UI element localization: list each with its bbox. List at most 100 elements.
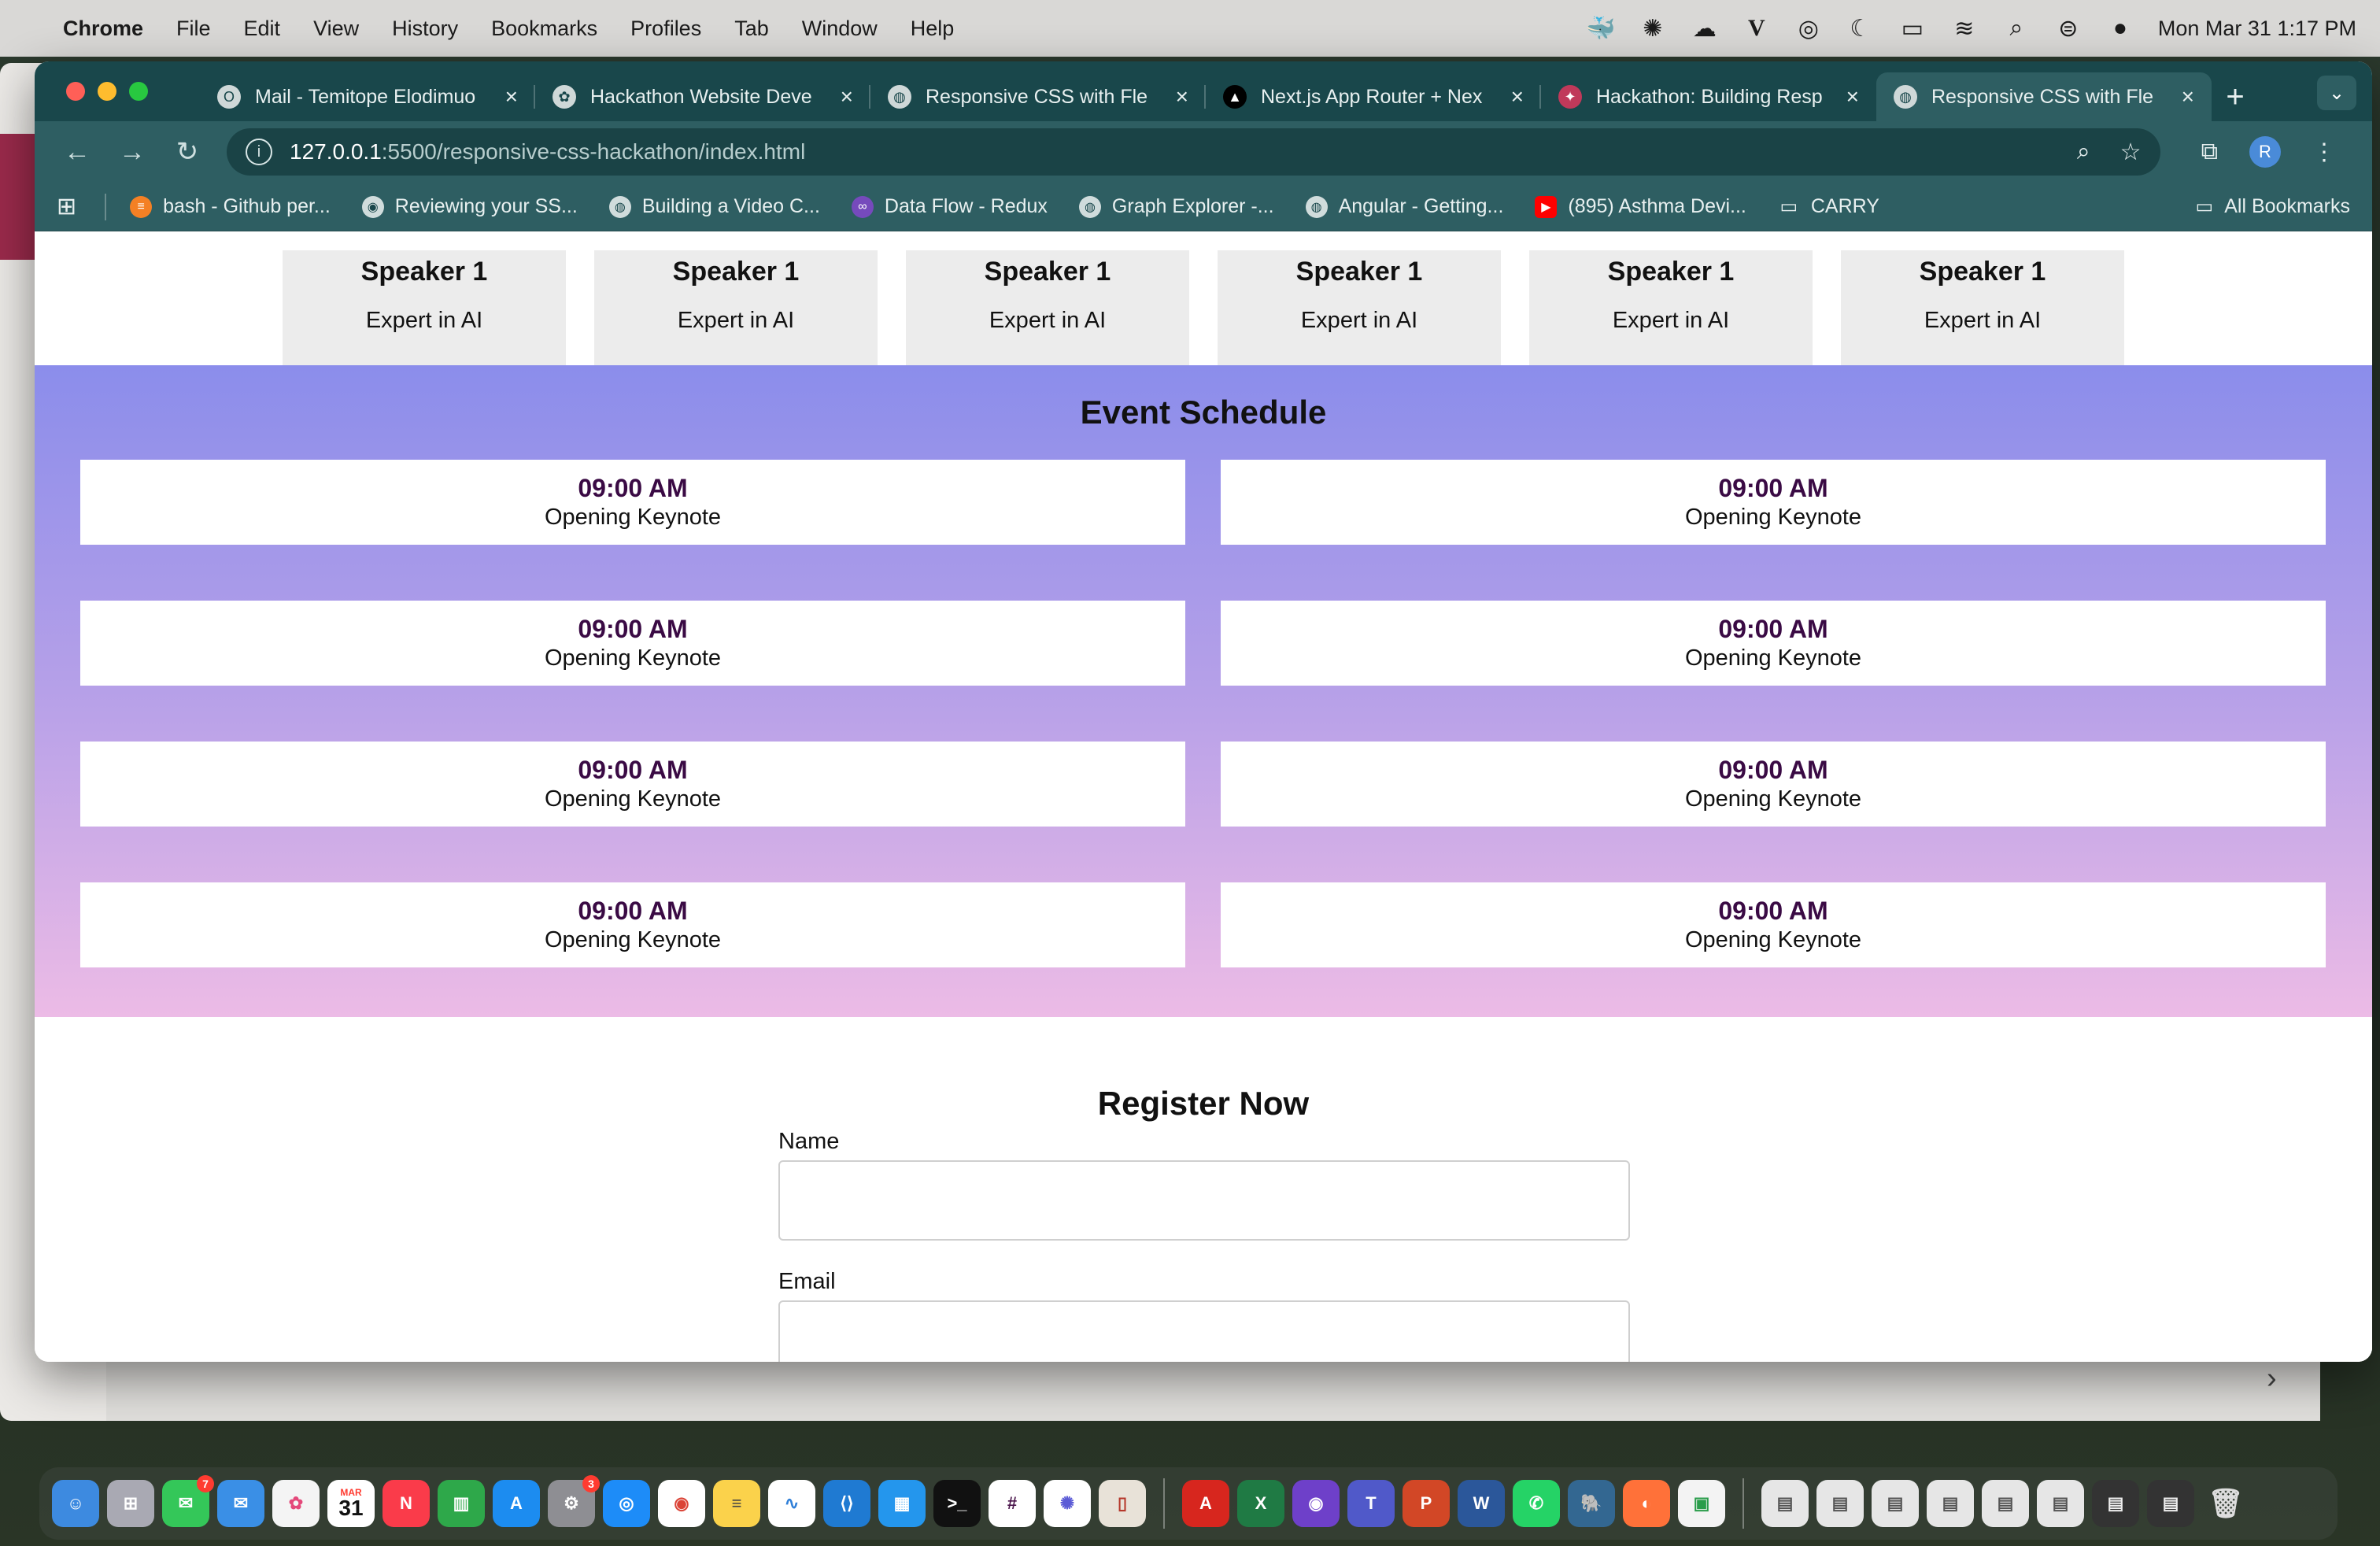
preview-icon[interactable]: ▯: [1099, 1480, 1146, 1527]
trash-icon[interactable]: 🗑: [2202, 1480, 2249, 1527]
menu-history[interactable]: History: [392, 17, 458, 41]
minimized-window-icon[interactable]: ▤: [1927, 1480, 1974, 1527]
close-window-button[interactable]: [66, 82, 85, 101]
installer-icon[interactable]: ▣: [1678, 1480, 1725, 1527]
perplexity-icon[interactable]: ✺: [1044, 1480, 1091, 1527]
airdrop-icon[interactable]: ◎: [1794, 14, 1823, 43]
tab-mail[interactable]: O Mail - Temitope Elodimuo ×: [200, 72, 535, 121]
tab-search-chevron-icon[interactable]: ⌄: [2317, 76, 2356, 110]
photos-icon[interactable]: ✿: [272, 1480, 320, 1527]
apps-grid-icon[interactable]: ⊞: [57, 193, 76, 220]
close-tab-icon[interactable]: ×: [505, 84, 518, 109]
all-bookmarks[interactable]: ▭ All Bookmarks: [2196, 195, 2350, 218]
notes-icon[interactable]: ≡: [713, 1480, 760, 1527]
slack-icon[interactable]: #: [989, 1480, 1036, 1527]
vectorize-icon[interactable]: V: [1743, 14, 1771, 43]
extensions-icon[interactable]: ⧉: [2201, 139, 2218, 165]
minimized-window-icon[interactable]: ▤: [1872, 1480, 1919, 1527]
chevron-right-icon[interactable]: ›: [2267, 1362, 2277, 1396]
launchpad-icon[interactable]: ⊞: [107, 1480, 154, 1527]
zoom-icon[interactable]: ⌕: [2077, 139, 2090, 166]
menu-bookmarks[interactable]: Bookmarks: [491, 17, 597, 41]
creative-cloud-icon[interactable]: ☁: [1691, 14, 1719, 43]
site-info-icon[interactable]: i: [246, 139, 272, 165]
bookmark-item[interactable]: ∞ Data Flow - Redux: [851, 195, 1048, 218]
bookmark-item[interactable]: ▶ (895) Asthma Devi...: [1535, 195, 1746, 218]
more-menu-icon[interactable]: ⋮: [2312, 139, 2336, 166]
close-tab-icon[interactable]: ×: [1176, 84, 1188, 109]
calendar-icon[interactable]: MAR 31: [327, 1480, 375, 1527]
minimized-window-icon[interactable]: ▤: [1982, 1480, 2029, 1527]
menu-profiles[interactable]: Profiles: [630, 17, 701, 41]
minimized-window-icon[interactable]: ▤: [1816, 1480, 1864, 1527]
teams-icon[interactable]: T: [1347, 1480, 1395, 1527]
close-tab-icon[interactable]: ×: [2182, 84, 2194, 109]
bookmark-folder[interactable]: ▭ CARRY: [1778, 195, 1879, 218]
powerpoint-icon[interactable]: P: [1402, 1480, 1450, 1527]
menu-app-name[interactable]: Chrome: [63, 17, 143, 41]
focus-moon-icon[interactable]: ☾: [1846, 14, 1875, 43]
vscode-icon[interactable]: ⟨⟩: [823, 1480, 870, 1527]
menu-view[interactable]: View: [313, 17, 359, 41]
app-store-icon[interactable]: A: [493, 1480, 540, 1527]
bookmark-item[interactable]: ◉ Reviewing your SS...: [361, 195, 578, 218]
zoom-window-button[interactable]: [129, 82, 148, 101]
menu-edit[interactable]: Edit: [244, 17, 281, 41]
menu-file[interactable]: File: [176, 17, 211, 41]
firefox-icon[interactable]: ◐: [1623, 1480, 1670, 1527]
search-icon[interactable]: ⌕: [2002, 14, 2031, 43]
freeform-icon[interactable]: ∿: [768, 1480, 815, 1527]
wifi-icon[interactable]: ≋: [1950, 14, 1979, 43]
postgres-icon[interactable]: 🐘: [1568, 1480, 1615, 1527]
minimize-window-button[interactable]: [98, 82, 116, 101]
minimized-window-icon[interactable]: ▤: [1761, 1480, 1809, 1527]
reload-icon[interactable]: ↻: [164, 128, 211, 176]
menu-tab[interactable]: Tab: [734, 17, 769, 41]
close-tab-icon[interactable]: ×: [1846, 84, 1859, 109]
messages-icon[interactable]: ✉ 7: [162, 1475, 214, 1527]
back-icon[interactable]: ←: [54, 128, 101, 176]
docker-icon[interactable]: 🐳: [1586, 14, 1615, 43]
safari-icon[interactable]: ◎: [603, 1480, 650, 1527]
bookmark-item[interactable]: ≡ bash - Github per...: [130, 195, 331, 218]
tab-hackathon-website[interactable]: ✿ Hackathon Website Deve ×: [535, 72, 870, 121]
brightness-icon[interactable]: ✺: [1639, 14, 1667, 43]
clock[interactable]: Mon Mar 31 1:17 PM: [2158, 17, 2356, 41]
new-tab-button[interactable]: +: [2212, 72, 2259, 121]
close-tab-icon[interactable]: ×: [841, 84, 853, 109]
bookmark-item[interactable]: ◍ Building a Video C...: [608, 195, 820, 218]
battery-icon[interactable]: ▭: [1898, 14, 1927, 43]
tab-nextjs[interactable]: ▲ Next.js App Router + Nex ×: [1206, 72, 1541, 121]
github-desktop-icon[interactable]: ◉: [1292, 1480, 1340, 1527]
tab-responsive-css-active[interactable]: ◍ Responsive CSS with Fle ×: [1876, 72, 2212, 121]
acrobat-icon[interactable]: A: [1182, 1480, 1229, 1527]
name-input[interactable]: [778, 1160, 1630, 1241]
docker-app-icon[interactable]: ▦: [878, 1480, 926, 1527]
tab-responsive-css[interactable]: ◍ Responsive CSS with Fle ×: [870, 72, 1206, 121]
address-bar[interactable]: i 127.0.0.1 :5500/responsive-css-hackath…: [227, 128, 2160, 176]
bookmark-star-icon[interactable]: ☆: [2120, 139, 2142, 166]
control-center-icon[interactable]: ⊜: [2054, 14, 2082, 43]
tab-hackathon-building[interactable]: ✦ Hackathon: Building Resp ×: [1541, 72, 1876, 121]
minimized-window-icon[interactable]: ▤: [2037, 1480, 2084, 1527]
whatsapp-icon[interactable]: ✆: [1513, 1480, 1560, 1527]
menu-help[interactable]: Help: [911, 17, 955, 41]
menu-window[interactable]: Window: [802, 17, 878, 41]
mail-icon[interactable]: ✉: [217, 1480, 264, 1527]
word-icon[interactable]: W: [1458, 1480, 1505, 1527]
minimized-window-icon[interactable]: ▤: [2092, 1480, 2139, 1527]
news-icon[interactable]: N: [382, 1480, 430, 1527]
finder-icon[interactable]: ☺: [52, 1480, 99, 1527]
minimized-window-icon[interactable]: ▤: [2147, 1480, 2194, 1527]
bookmark-item[interactable]: ◍ Graph Explorer -...: [1078, 195, 1274, 218]
bookmark-item[interactable]: ◍ Angular - Getting...: [1305, 195, 1503, 218]
terminal-icon[interactable]: >_: [933, 1480, 981, 1527]
forward-icon[interactable]: →: [109, 128, 156, 176]
numbers-icon[interactable]: ▥: [438, 1480, 485, 1527]
profile-avatar[interactable]: R: [2249, 136, 2281, 168]
email-input[interactable]: [778, 1300, 1630, 1362]
excel-icon[interactable]: X: [1237, 1480, 1284, 1527]
close-tab-icon[interactable]: ×: [1511, 84, 1524, 109]
chrome-icon[interactable]: ◉: [658, 1480, 705, 1527]
system-settings-icon[interactable]: ⚙ 3: [548, 1475, 600, 1527]
